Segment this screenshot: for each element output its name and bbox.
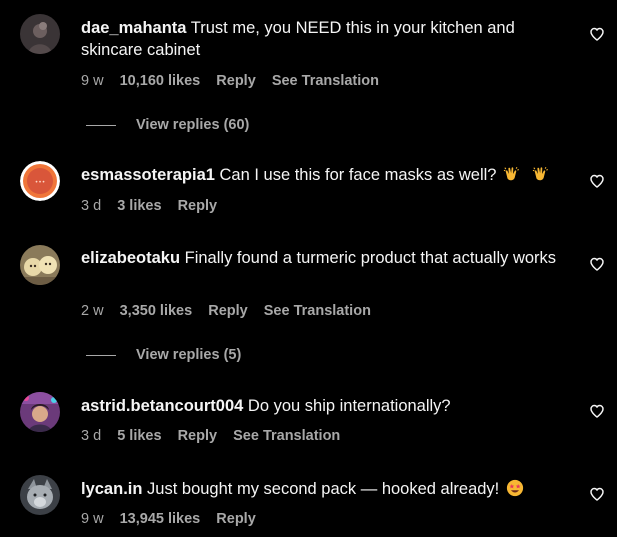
avatar[interactable] xyxy=(20,14,60,54)
star-struck-emoji xyxy=(506,479,523,497)
comment-likes[interactable]: 3,350 likes xyxy=(120,303,193,319)
clapping-hands-emoji xyxy=(503,166,520,181)
comment-meta: 9 w 13,945 likes Reply xyxy=(81,510,268,528)
comment-username[interactable]: dae_mahanta xyxy=(81,19,186,37)
reply-button[interactable]: Reply xyxy=(216,511,256,527)
heart-outline-icon[interactable] xyxy=(589,486,605,502)
heart-outline-icon[interactable] xyxy=(589,403,605,419)
comment-text-block: dae_mahanta Trust me, you NEED this in y… xyxy=(81,17,561,61)
comment-body: Can I use this for face masks as well? xyxy=(219,166,497,184)
comment-time[interactable]: 2 w xyxy=(81,303,104,319)
reply-button[interactable]: Reply xyxy=(178,428,218,444)
replies-divider xyxy=(86,124,116,126)
comment-meta: 2 w 3,350 likes Reply See Translation xyxy=(81,302,383,320)
avatar[interactable] xyxy=(20,245,60,285)
comment-text-block: esmassoterapia1 Can I use this for face … xyxy=(81,164,561,186)
comment-text-block: astrid.betancourt004 Do you ship interna… xyxy=(81,395,561,417)
avatar[interactable]: ••• xyxy=(20,161,60,201)
heart-outline-icon[interactable] xyxy=(589,256,605,272)
reply-button[interactable]: Reply xyxy=(178,198,218,214)
comment-meta: 3 d 5 likes Reply See Translation xyxy=(81,427,352,445)
comment-username[interactable]: elizabeotaku xyxy=(81,249,180,267)
comment-username[interactable]: lycan.in xyxy=(81,480,142,498)
view-replies-button[interactable]: View replies (5) xyxy=(86,346,241,364)
avatar[interactable] xyxy=(20,475,60,515)
replies-divider xyxy=(86,354,116,356)
see-translation-button[interactable]: See Translation xyxy=(264,303,371,319)
heart-outline-icon[interactable] xyxy=(589,26,605,42)
clapping-hands-emoji xyxy=(532,166,548,181)
comment-text-block: elizabeotaku Finally found a turmeric pr… xyxy=(81,247,561,269)
comment-time[interactable]: 3 d xyxy=(81,198,101,214)
comment-body: Finally found a turmeric product that ac… xyxy=(184,249,557,267)
see-translation-button[interactable]: See Translation xyxy=(272,73,379,89)
view-replies-label: View replies (60) xyxy=(136,117,250,133)
view-replies-button[interactable]: View replies (60) xyxy=(86,116,249,134)
comment-username[interactable]: astrid.betancourt004 xyxy=(81,397,243,415)
comment-text-block: lycan.in Just bought my second pack — ho… xyxy=(81,478,561,500)
comment-likes[interactable]: 3 likes xyxy=(117,198,161,214)
comment-time[interactable]: 9 w xyxy=(81,511,104,527)
comment-time[interactable]: 9 w xyxy=(81,73,104,89)
svg-text:•••: ••• xyxy=(35,179,46,186)
reply-button[interactable]: Reply xyxy=(216,73,256,89)
view-replies-label: View replies (5) xyxy=(136,347,242,363)
avatar[interactable] xyxy=(20,392,60,432)
comment-likes[interactable]: 5 likes xyxy=(117,428,161,444)
comment-likes[interactable]: 10,160 likes xyxy=(120,73,201,89)
see-translation-button[interactable]: See Translation xyxy=(233,428,340,444)
reply-button[interactable]: Reply xyxy=(208,303,248,319)
comment-likes[interactable]: 13,945 likes xyxy=(120,511,201,527)
comment-body: Just bought my second pack — hooked alre… xyxy=(147,480,500,498)
comment-time[interactable]: 3 d xyxy=(81,428,101,444)
comment-meta: 9 w 10,160 likes Reply See Translation xyxy=(81,72,391,90)
heart-outline-icon[interactable] xyxy=(589,173,605,189)
comment-body: Do you ship internationally? xyxy=(247,397,451,415)
comment-username[interactable]: esmassoterapia1 xyxy=(81,166,215,184)
comment-meta: 3 d 3 likes Reply xyxy=(81,197,229,215)
